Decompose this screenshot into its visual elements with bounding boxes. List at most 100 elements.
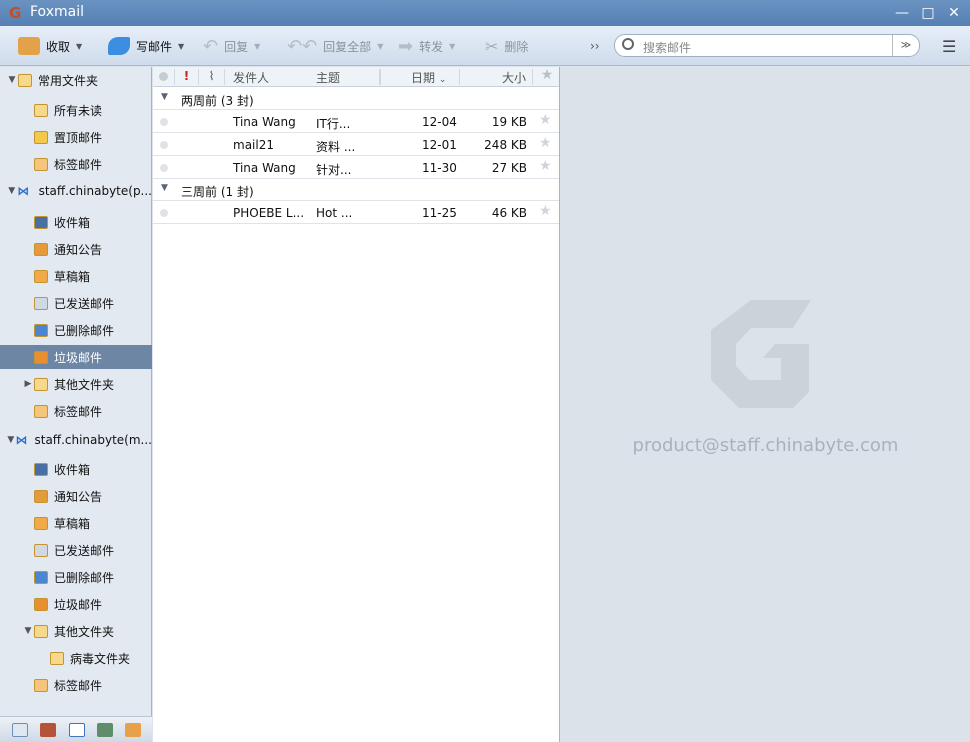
chevron-down-icon[interactable]: ▼ (76, 42, 82, 51)
sidebar-item[interactable]: 已删除邮件 (0, 565, 152, 589)
tag-icon (34, 678, 48, 692)
sidebar-item[interactable]: ▼ ⋈ staff.chinabyte(p... (0, 179, 152, 203)
sidebar-item[interactable]: 垃圾邮件 (0, 345, 152, 369)
account-icon: ⋈ (17, 184, 30, 198)
expand-toggle-icon[interactable]: ▼ (6, 435, 16, 445)
forward-button[interactable]: ➡ 转发 ▼ (398, 34, 455, 58)
sidebar-item[interactable]: 草稿箱 (0, 264, 152, 288)
attachment-column[interactable]: ⌇ (199, 69, 225, 85)
compose-button[interactable]: 写邮件 ▼ (108, 34, 184, 58)
reply-label: 回复 (224, 39, 249, 54)
chevron-down-icon[interactable]: ▼ (377, 42, 383, 51)
delete-button[interactable]: ✂ 删除 (485, 34, 528, 58)
star-icon[interactable]: ★ (539, 135, 552, 151)
reply-button[interactable]: ↶ 回复 ▼ (203, 34, 260, 58)
sidebar-item[interactable]: 所有未读 (0, 98, 152, 122)
notes-icon[interactable] (97, 723, 113, 737)
expand-toggle-icon[interactable]: ▼ (22, 626, 34, 636)
sidebar-item[interactable]: 通知公告 (0, 484, 152, 508)
sidebar-item[interactable]: 垃圾邮件 (0, 592, 152, 616)
sidebar-item[interactable]: 标签邮件 (0, 152, 152, 176)
minimize-button[interactable]: — (892, 3, 912, 23)
unread-dot-icon[interactable] (160, 164, 168, 172)
chevron-down-icon[interactable]: ▼ (449, 42, 455, 51)
sidebar-item[interactable]: 已发送邮件 (0, 291, 152, 315)
dot-icon (159, 72, 168, 81)
chevron-down-icon[interactable]: ▼ (254, 42, 260, 51)
draft-icon (34, 516, 48, 530)
table-row[interactable]: mail21 资料 ... 12-01 248 KB ★ (153, 133, 559, 156)
star-icon[interactable]: ★ (539, 158, 552, 174)
trash-icon (34, 570, 48, 584)
size: 27 KB (491, 161, 527, 175)
menu-button[interactable]: ☰ (942, 34, 956, 58)
contacts-icon[interactable] (40, 723, 56, 737)
tag-icon (34, 404, 48, 418)
star-column[interactable]: ★ (536, 67, 558, 83)
inbox-icon (34, 462, 48, 476)
search-icon (622, 38, 634, 50)
sidebar-item[interactable]: 标签邮件 (0, 399, 152, 423)
sidebar-item[interactable]: 草稿箱 (0, 511, 152, 535)
subject-column[interactable]: 主题 (308, 69, 380, 85)
unread-dot-icon[interactable] (160, 209, 168, 217)
sidebar-item-label: staff.chinabyte(p... (38, 184, 152, 198)
sidebar-item-label: 草稿箱 (54, 269, 91, 284)
sidebar-item[interactable]: 已删除邮件 (0, 318, 152, 342)
sidebar-item[interactable]: 标签邮件 (0, 673, 152, 697)
close-button[interactable]: ✕ (944, 3, 964, 23)
group-label: 两周前 (3 封) (181, 94, 254, 108)
forward-label: 转发 (419, 39, 444, 54)
sender: mail21 (233, 138, 274, 152)
group-header[interactable]: ▼ 两周前 (3 封) (153, 88, 559, 110)
unread-dot-icon[interactable] (160, 141, 168, 149)
star-icon[interactable]: ★ (539, 203, 552, 219)
sort-chevron-icon: ⌄ (438, 75, 447, 85)
calendar-icon[interactable] (69, 723, 85, 737)
sidebar-item[interactable]: ▼ 其他文件夹 (0, 619, 152, 643)
collapse-triangle-icon[interactable]: ▼ (161, 183, 168, 193)
sidebar-item-label: 收件箱 (54, 215, 91, 230)
priority-column[interactable]: ! (175, 69, 199, 85)
sidebar-item[interactable]: 已发送邮件 (0, 538, 152, 562)
read-status-column[interactable] (153, 69, 175, 85)
table-row[interactable]: Tina Wang 针对... 11-30 27 KB ★ (153, 156, 559, 179)
table-row[interactable]: Tina Wang IT行... 12-04 19 KB ★ (153, 110, 559, 133)
rss-icon[interactable] (125, 723, 141, 737)
sidebar-item[interactable]: 病毒文件夹 (0, 646, 152, 670)
mail-icon[interactable] (12, 723, 28, 737)
group-header[interactable]: ▼ 三周前 (1 封) (153, 179, 559, 201)
sidebar-item[interactable]: 收件箱 (0, 210, 152, 234)
size-column[interactable]: 大小 (460, 69, 533, 85)
collapse-triangle-icon[interactable]: ▼ (161, 92, 168, 102)
more-button[interactable]: ›› (590, 34, 600, 58)
sidebar-item[interactable]: ▼ 常用文件夹 (0, 68, 152, 92)
folder-icon (50, 651, 64, 665)
star-icon[interactable]: ★ (539, 112, 552, 128)
maximize-button[interactable]: □ (918, 3, 938, 23)
sidebar-item[interactable]: 置顶邮件 (0, 125, 152, 149)
folder-icon (34, 377, 48, 391)
sender: PHOEBE L... (233, 206, 305, 220)
expand-toggle-icon[interactable]: ▼ (6, 186, 17, 196)
sidebar-item-label: 标签邮件 (54, 404, 103, 419)
expand-toggle-icon[interactable]: ▼ (6, 75, 18, 85)
search-options-button[interactable]: ≫ (892, 35, 919, 56)
sidebar-item[interactable]: ▶ 其他文件夹 (0, 372, 152, 396)
search-input[interactable]: 搜索邮件 ≫ (614, 34, 920, 57)
date: 12-01 (422, 138, 457, 152)
receive-button[interactable]: 收取 ▼ (18, 34, 82, 58)
subject: IT行... (316, 117, 351, 131)
table-row[interactable]: PHOEBE L... Hot ... 11-25 46 KB ★ (153, 201, 559, 224)
sidebar-item[interactable]: 收件箱 (0, 457, 152, 481)
unread-dot-icon[interactable] (160, 118, 168, 126)
sidebar-item[interactable]: ▼ ⋈ staff.chinabyte(m... (0, 428, 152, 452)
foxmail-watermark-logo (711, 300, 811, 408)
reply-all-button[interactable]: ↶↶ 回复全部 ▼ (287, 34, 383, 58)
expand-toggle-icon[interactable]: ▶ (22, 379, 34, 389)
date-column[interactable]: 日期 ⌄ (380, 69, 460, 85)
trash-icon (34, 323, 48, 337)
sent-icon (34, 543, 48, 557)
chevron-down-icon[interactable]: ▼ (178, 42, 184, 51)
sidebar-item[interactable]: 通知公告 (0, 237, 152, 261)
